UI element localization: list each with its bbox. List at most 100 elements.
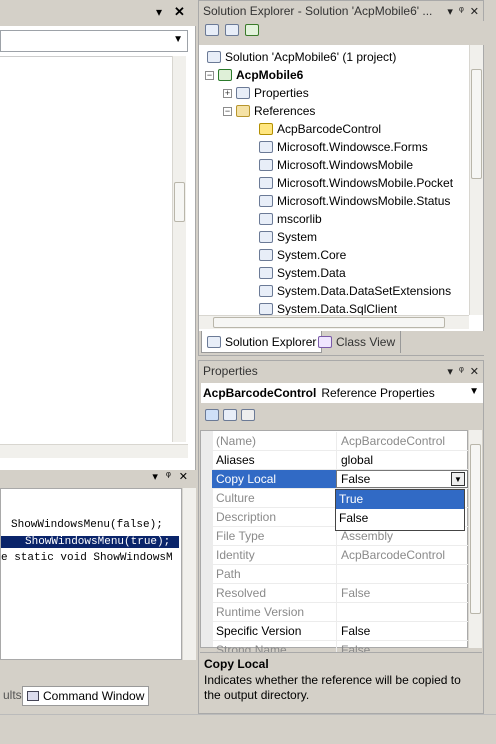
- tab-class-view[interactable]: Class View: [313, 331, 402, 353]
- collapse-icon[interactable]: −: [223, 106, 232, 116]
- expand-icon[interactable]: +: [223, 88, 232, 98]
- tree-item-references[interactable]: − References: [223, 102, 315, 120]
- categorized-icon[interactable]: [205, 409, 219, 421]
- left-top-hscroll[interactable]: [0, 444, 188, 458]
- alphabetical-icon[interactable]: [223, 409, 237, 421]
- dropdown-icon[interactable]: ▾: [156, 5, 162, 19]
- property-name: Resolved: [216, 586, 267, 600]
- reference-label: Microsoft.WindowsMobile.Pocket: [277, 176, 454, 190]
- property-row[interactable]: Path: [212, 565, 468, 584]
- property-name: Runtime Version: [216, 605, 305, 619]
- tree-item-reference[interactable]: Microsoft.WindowsMobile: [259, 156, 413, 174]
- close-icon[interactable]: ✕: [179, 470, 188, 488]
- reference-icon: [259, 303, 273, 315]
- panel-title: Solution Explorer - Solution 'AcpMobile6…: [203, 4, 433, 18]
- tree-item-reference[interactable]: System.Data.SqlClient: [259, 300, 397, 315]
- tree-item-project[interactable]: − AcpMobile6: [205, 66, 303, 84]
- tree-item-reference[interactable]: System.Data.DataSetExtensions: [259, 282, 451, 300]
- copy-local-dropdown-list[interactable]: True False: [335, 489, 465, 531]
- property-value: AcpBarcodeControl: [336, 546, 468, 564]
- tab-command-window[interactable]: Command Window: [22, 686, 150, 706]
- reference-icon: [259, 249, 273, 261]
- properties-toolbar: [201, 407, 483, 429]
- solution-explorer-panel: Solution Explorer - Solution 'AcpMobile6…: [198, 0, 485, 356]
- pin-icon[interactable]: ᵠ: [166, 470, 171, 488]
- solution-explorer-titlebar: Solution Explorer - Solution 'AcpMobile6…: [199, 1, 483, 21]
- property-row[interactable]: Resolved False: [212, 584, 468, 603]
- refresh-icon[interactable]: [245, 24, 259, 36]
- tree-item-reference[interactable]: mscorlib: [259, 210, 322, 228]
- property-pages-icon[interactable]: [241, 409, 255, 421]
- reference-icon: [259, 213, 273, 225]
- property-row[interactable]: Runtime Version: [212, 603, 468, 622]
- scroll-thumb[interactable]: [470, 444, 481, 614]
- tree-item-reference[interactable]: Microsoft.WindowsMobile.Pocket: [259, 174, 453, 192]
- property-value[interactable]: False: [336, 622, 468, 640]
- property-name: Copy Local: [212, 470, 336, 488]
- properties-icon[interactable]: [205, 24, 219, 36]
- close-icon[interactable]: ✕: [470, 5, 479, 18]
- hscroll-thumb[interactable]: [213, 317, 445, 328]
- chevron-down-icon[interactable]: ▾: [447, 5, 453, 18]
- left-bottom-vscroll[interactable]: [182, 488, 196, 660]
- option-true[interactable]: True: [336, 490, 464, 509]
- tree-item-reference[interactable]: Microsoft.WindowsMobile.Status: [259, 192, 450, 210]
- tree-item-reference[interactable]: System.Core: [259, 246, 346, 264]
- status-strip: [0, 714, 496, 744]
- scroll-thumb[interactable]: [471, 69, 482, 179]
- reference-icon: [259, 285, 273, 297]
- option-false[interactable]: False: [336, 509, 464, 528]
- solution-hscroll[interactable]: [199, 315, 469, 329]
- property-value[interactable]: global: [336, 451, 468, 469]
- reference-label: Microsoft.Windowsce.Forms: [277, 140, 428, 154]
- tree-item-reference[interactable]: AcpBarcodeControl: [259, 120, 381, 138]
- property-name: Path: [216, 567, 241, 581]
- tree-item-reference[interactable]: Microsoft.Windowsce.Forms: [259, 138, 428, 156]
- code-line: ShowWindowsMenu(false);: [11, 519, 163, 531]
- property-row[interactable]: (Name) AcpBarcodeControl: [212, 432, 468, 451]
- close-icon[interactable]: ✕: [470, 365, 479, 378]
- chevron-down-icon: ▼: [173, 34, 183, 45]
- pin-icon[interactable]: ᵠ: [459, 365, 464, 378]
- tree-item-reference[interactable]: System.Data: [259, 264, 346, 282]
- chevron-down-icon[interactable]: ▾: [152, 470, 158, 488]
- editor-area[interactable]: [0, 56, 172, 442]
- object-selector[interactable]: AcpBarcodeControl Reference Properties ▼: [201, 383, 483, 403]
- properties-titlebar: Properties ▾ ᵠ ✕: [199, 361, 483, 381]
- solution-icon: [207, 51, 221, 63]
- member-combobox[interactable]: ▼: [0, 30, 188, 52]
- solution-vscroll[interactable]: [469, 45, 483, 315]
- property-name: (Name): [216, 434, 257, 448]
- collapse-icon[interactable]: −: [205, 70, 214, 80]
- chevron-down-icon[interactable]: ▾: [447, 365, 453, 378]
- pin-icon[interactable]: ᵠ: [459, 5, 464, 18]
- property-row[interactable]: Specific Version False: [212, 622, 468, 641]
- property-row[interactable]: Identity AcpBarcodeControl: [212, 546, 468, 565]
- command-output[interactable]: ShowWindowsMenu(false); ShowWindowsMenu(…: [0, 488, 182, 660]
- property-value[interactable]: False ▼: [336, 470, 468, 488]
- show-all-files-icon[interactable]: [225, 24, 239, 36]
- property-vscroll[interactable]: [468, 430, 482, 648]
- scroll-thumb[interactable]: [174, 182, 185, 222]
- property-name: File Type: [216, 529, 265, 543]
- close-icon[interactable]: ✕: [174, 4, 185, 20]
- tab-label: Command Window: [43, 689, 145, 703]
- solution-tabs: Solution Explorer Class View: [199, 331, 485, 355]
- tree-item-solution[interactable]: Solution 'AcpMobile6' (1 project): [207, 48, 396, 66]
- properties-folder-icon: [236, 87, 250, 99]
- tree-item-properties[interactable]: + Properties: [223, 84, 309, 102]
- project-icon: [218, 69, 232, 81]
- command-window-icon: [27, 691, 39, 701]
- property-row[interactable]: Copy Local False ▼: [212, 470, 468, 489]
- solution-tree: Solution 'AcpMobile6' (1 project) − AcpM…: [199, 45, 469, 315]
- reference-label: System: [277, 230, 318, 244]
- tab-solution-explorer[interactable]: Solution Explorer: [201, 331, 323, 353]
- dropdown-button-icon[interactable]: ▼: [451, 472, 465, 486]
- reference-icon: [259, 195, 273, 207]
- property-value: False: [336, 584, 468, 602]
- solution-toolbar: [199, 21, 485, 45]
- property-row[interactable]: Aliases global: [212, 451, 468, 470]
- tree-item-reference[interactable]: System: [259, 228, 317, 246]
- left-top-vscroll[interactable]: [172, 56, 186, 442]
- property-name: Identity: [216, 548, 255, 562]
